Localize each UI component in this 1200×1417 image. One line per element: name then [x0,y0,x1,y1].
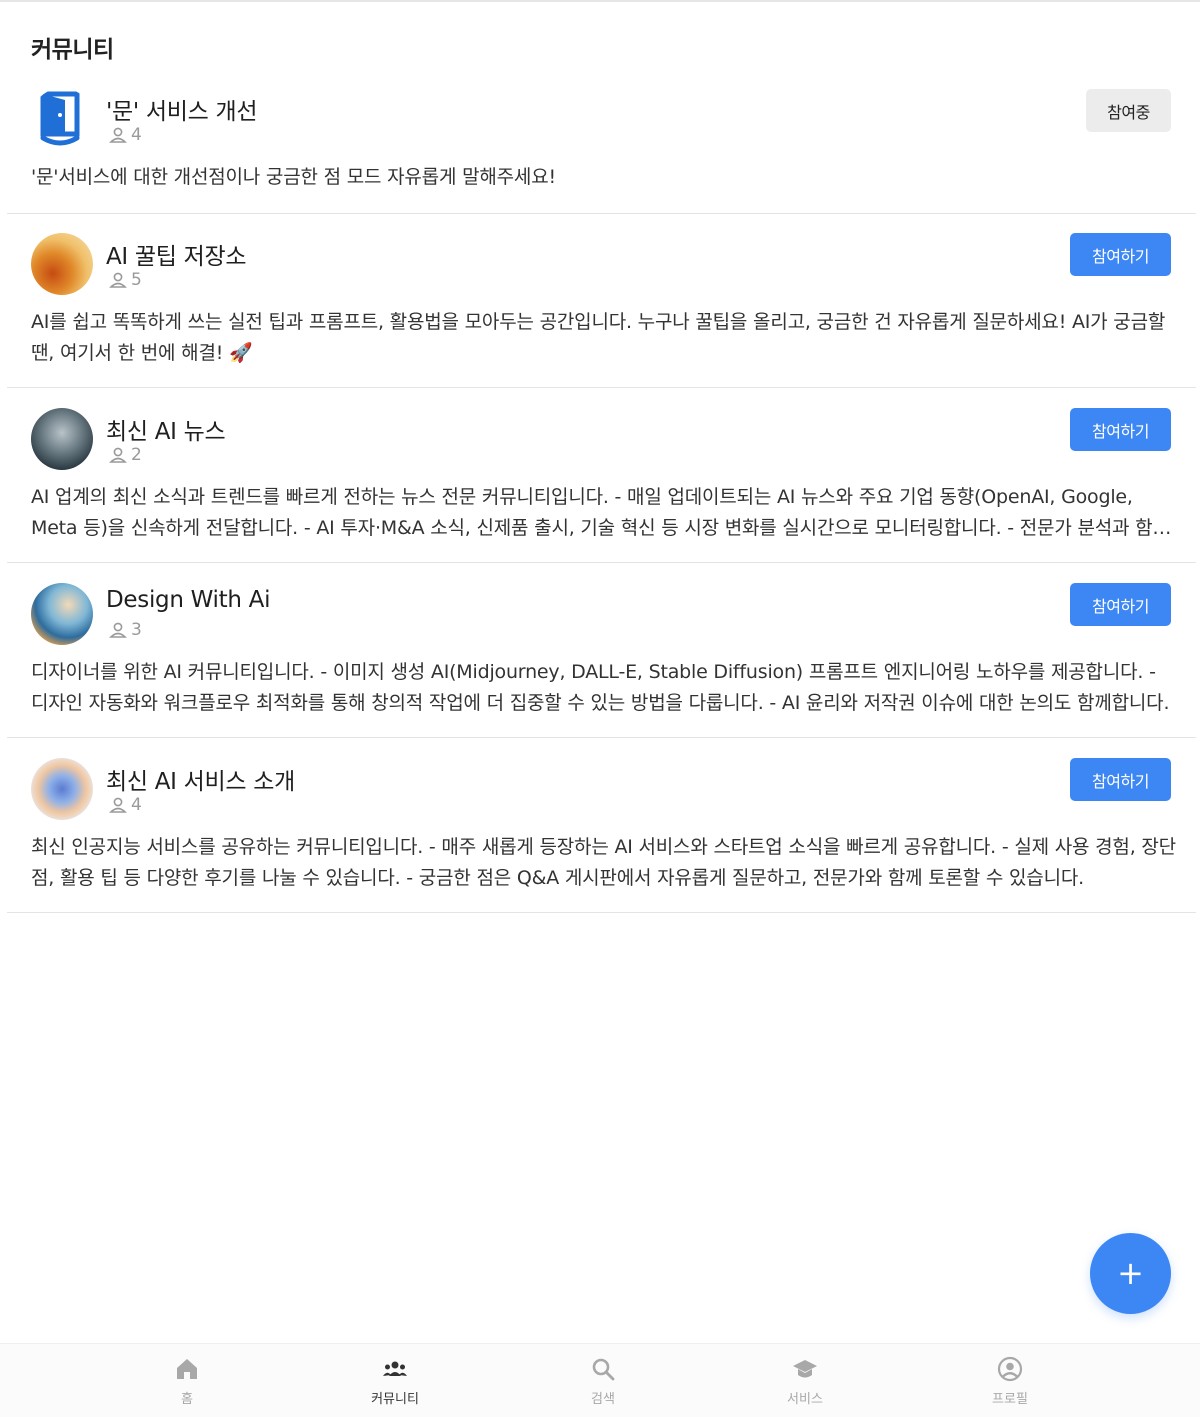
bottom-nav: 홈 커뮤니티 검색 서비스 프로필 [0,1343,1200,1417]
join-button[interactable]: 참여하기 [1070,758,1171,801]
user-icon [109,447,127,463]
nav-item-search[interactable]: 검색 [543,1356,663,1407]
community-description: 최신 인공지능 서비스를 공유하는 커뮤니티입니다. - 매주 새롭게 등장하는… [31,836,1176,889]
community-name[interactable]: '문' 서비스 개선 [106,92,258,126]
joined-button[interactable]: 참여중 [1086,89,1171,132]
search-icon [592,1358,615,1381]
nav-item-home[interactable]: 홈 [127,1356,247,1407]
designer-illustration-icon [31,583,93,645]
home-icon [177,1359,197,1379]
join-button[interactable]: 참여하기 [1070,408,1171,451]
member-count: 4 [108,125,142,145]
community-item[interactable]: AI 꿀팁 저장소 5 참여하기 AI를 쉽고 똑똑하게 쓰는 실전 팁과 프롬… [7,233,1196,388]
community-name[interactable]: 최신 AI 뉴스 [106,412,226,446]
join-button[interactable]: 참여하기 [1070,583,1171,626]
community-item[interactable]: '문' 서비스 개선 4 참여중 '문'서비스에 대한 개선점이나 궁금한 점 … [7,88,1196,214]
honey-photo-icon [31,233,93,295]
community-name[interactable]: 최신 AI 서비스 소개 [106,762,295,796]
page-title: 커뮤니티 [31,37,114,63]
user-icon [109,127,127,143]
user-icon [109,622,127,638]
member-count: 3 [108,620,142,640]
nav-item-profile[interactable]: 프로필 [950,1356,1070,1407]
nav-item-service[interactable]: 서비스 [745,1356,865,1407]
plus-icon: + [1117,1254,1144,1292]
member-count: 5 [108,270,142,290]
join-button[interactable]: 참여하기 [1070,233,1171,276]
community-name[interactable]: AI 꿀팁 저장소 [106,237,247,271]
community-name[interactable]: Design With Ai [106,587,270,613]
community-description: AI를 쉽고 똑똑하게 쓰는 실전 팁과 프롬프트, 활용법을 모아두는 공간입… [31,311,1166,364]
user-icon [109,797,127,813]
community-item[interactable]: 최신 AI 뉴스 2 참여하기 AI 업계의 최신 소식과 트렌드를 빠르게 전… [7,408,1196,563]
member-count: 4 [108,795,142,815]
community-description: AI 업계의 최신 소식과 트렌드를 빠르게 전하는 뉴스 전문 커뮤니티입니다… [31,486,1170,539]
create-community-button[interactable]: + [1090,1233,1171,1314]
member-count: 2 [108,445,142,465]
user-icon [109,272,127,288]
graduation-cap-icon [793,1360,817,1378]
door-logo-icon [31,88,93,150]
people-icon [383,1361,407,1376]
community-description: 디자이너를 위한 AI 커뮤니티입니다. - 이미지 생성 AI(Midjour… [31,661,1170,714]
robots-illustration-icon [31,408,93,470]
nav-item-community[interactable]: 커뮤니티 [335,1356,455,1407]
user-circle-icon [997,1356,1023,1382]
community-description: '문'서비스에 대한 개선점이나 궁금한 점 모드 자유롭게 말해주세요! [31,166,556,188]
people-illustration-icon [31,758,93,820]
community-item[interactable]: Design With Ai 3 참여하기 디자이너를 위한 AI 커뮤니티입니… [7,583,1196,738]
community-item[interactable]: 최신 AI 서비스 소개 4 참여하기 최신 인공지능 서비스를 공유하는 커뮤… [7,758,1196,913]
top-divider [0,0,1200,2]
